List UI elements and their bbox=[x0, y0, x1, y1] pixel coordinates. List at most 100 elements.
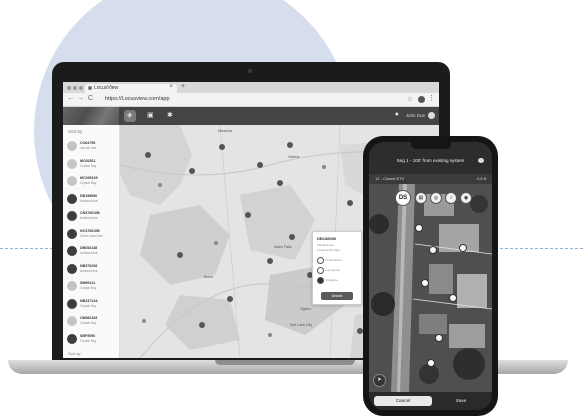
maximize-dot[interactable] bbox=[79, 86, 83, 90]
sidebar-item-sub: Crystal Bay bbox=[80, 181, 97, 185]
cancel-button[interactable]: Cancel bbox=[374, 396, 432, 406]
browser-tab[interactable]: LocusView × bbox=[85, 84, 177, 93]
job-status-icon bbox=[67, 316, 77, 326]
tab-close-icon[interactable]: × bbox=[169, 84, 173, 90]
tool-target-icon[interactable]: ◎ bbox=[430, 192, 442, 204]
job-status-icon bbox=[67, 298, 77, 309]
phone-satellite-map[interactable]: DS ▤ ◎ ○ ◉ ➤ bbox=[369, 184, 492, 392]
phone-sub-right: 0.5 ft bbox=[477, 176, 486, 181]
phone-header: Seg 1 - 100' from existing system bbox=[369, 142, 492, 174]
sidebar-item-sub: Crystal Bay bbox=[80, 163, 97, 168]
reload-icon[interactable]: C bbox=[88, 95, 93, 102]
compass-icon[interactable]: ➤ bbox=[373, 374, 386, 387]
sidebar-item-name: CO64796 bbox=[80, 141, 96, 145]
sidebar-item-sub: Crystal Bay bbox=[80, 338, 97, 343]
sidebar-item-name: MO02511 bbox=[80, 158, 96, 163]
phone-footer: Cancel Save bbox=[369, 392, 492, 410]
sidebar-list-item[interactable]: MO02511 Crystal Bay bbox=[67, 157, 117, 172]
sidebar-item-name: CN376610B bbox=[80, 211, 100, 215]
map-pin[interactable] bbox=[415, 224, 423, 232]
tab-label: LocusView bbox=[94, 85, 119, 91]
layers-icon: ◈ bbox=[127, 112, 133, 119]
status-icon bbox=[317, 267, 324, 274]
sidebar-item-name: DB052148 bbox=[80, 246, 98, 250]
sidebar-list-item[interactable]: DB158096 Ashland Ave bbox=[67, 192, 117, 207]
sidebar-list-item[interactable]: NB376208 Ashland Ave bbox=[67, 262, 117, 277]
new-tab-icon[interactable]: + bbox=[181, 83, 185, 90]
city-label: Salt Lake City bbox=[290, 323, 313, 327]
job-status-icon bbox=[67, 228, 77, 239]
browser-profile-icon[interactable] bbox=[418, 96, 425, 103]
map-pin[interactable] bbox=[427, 359, 435, 367]
user-name[interactable]: John Doe bbox=[406, 113, 425, 118]
sidebar-list-item[interactable]: CN376610B Ashland Ave bbox=[67, 209, 117, 224]
sidebar-item-name: SBF5096 bbox=[80, 333, 96, 338]
sidebar-footer: Sort by bbox=[68, 351, 81, 356]
sidebar: Sort by CO64796 Lincoln Ave MO02511 Crystal… bbox=[63, 125, 120, 358]
sidebar-list-item[interactable]: SM99121 Crystal Bay bbox=[67, 279, 117, 294]
tool-ds-button[interactable]: DS bbox=[395, 190, 411, 206]
tab-favicon-icon bbox=[88, 86, 92, 90]
tool-doc-icon[interactable]: ▤ bbox=[415, 192, 427, 204]
job-status-icon bbox=[67, 263, 77, 274]
browser-tabbar: LocusView × + bbox=[63, 82, 439, 93]
sidebar-list-item[interactable]: NB33712A Crystal Bay bbox=[67, 297, 117, 312]
phone-subheader: 12 - Closed ETV 0.5 ft bbox=[369, 174, 492, 184]
notification-icon[interactable]: ● bbox=[395, 111, 399, 118]
sidebar-list-item[interactable]: MC095169 Crystal Bay bbox=[67, 174, 117, 189]
job-status-icon bbox=[67, 158, 77, 169]
app-header-banner bbox=[63, 107, 119, 125]
sidebar-item-sub: Ashland Ave bbox=[80, 216, 98, 220]
popup-title: DB158096 bbox=[317, 236, 337, 241]
sidebar-list-item[interactable]: ON582183 Crystal Bay bbox=[67, 314, 117, 329]
sidebar-item-sub: Green Lane Ave bbox=[80, 233, 103, 238]
tool-search-icon[interactable]: ○ bbox=[445, 192, 457, 204]
job-status-icon bbox=[67, 176, 77, 186]
close-dot[interactable] bbox=[67, 86, 71, 90]
sidebar-list-item[interactable]: CO64796 Lincoln Ave bbox=[67, 139, 117, 154]
sidebar-item-sub: Crystal Bay bbox=[80, 286, 97, 290]
job-status-icon bbox=[67, 193, 77, 204]
job-status-icon bbox=[67, 281, 77, 291]
eye-icon[interactable] bbox=[478, 158, 484, 163]
phone-sub-left: 12 - Closed ETV bbox=[375, 176, 405, 181]
city-label: Idaho Falls bbox=[274, 245, 292, 249]
browser-menu-icon[interactable]: ⋮ bbox=[428, 94, 435, 102]
tool-pin-icon[interactable]: ◉ bbox=[460, 192, 472, 204]
save-button[interactable]: Save bbox=[435, 396, 487, 406]
sidebar-item-name: NC376610B bbox=[80, 228, 100, 233]
url-field[interactable]: https://Locusview.com/app bbox=[105, 96, 170, 102]
popup-details-button[interactable]: Details bbox=[321, 292, 353, 300]
sidebar-item-name: NB376208 bbox=[80, 263, 98, 268]
bookmark-star-icon[interactable]: ☆ bbox=[407, 95, 413, 103]
sidebar-item-sub: Ashland Ave bbox=[80, 268, 98, 273]
map-pin[interactable] bbox=[421, 279, 429, 287]
sidebar-list-item[interactable]: DB052148 Ashland Ave bbox=[67, 244, 117, 259]
sidebar-item-name: MC095169 bbox=[80, 176, 98, 180]
job-status-icon bbox=[67, 333, 77, 344]
city-label: Missoula bbox=[218, 129, 233, 133]
map-popup: DB158096 Ashland Ave Construction Mgr Co… bbox=[312, 231, 362, 305]
forward-icon[interactable]: → bbox=[77, 95, 84, 102]
sidebar-item-sub: Ashland Ave bbox=[80, 251, 98, 255]
map-pin[interactable] bbox=[449, 294, 457, 302]
sidebar-list-item[interactable]: SBF5096 Crystal Bay bbox=[67, 332, 117, 347]
popup-line: Ashland Ave bbox=[317, 243, 334, 247]
map-pin[interactable] bbox=[435, 334, 443, 342]
gear-icon[interactable]: ✱ bbox=[167, 111, 173, 119]
job-status-icon bbox=[67, 141, 77, 151]
back-icon[interactable]: ← bbox=[67, 95, 74, 102]
map-pin[interactable] bbox=[429, 246, 437, 254]
sidebar-item-sub: Crystal Bay bbox=[80, 321, 97, 325]
map-pin[interactable] bbox=[459, 244, 467, 252]
minimize-dot[interactable] bbox=[73, 86, 77, 90]
job-status-icon bbox=[67, 211, 77, 221]
avatar[interactable] bbox=[428, 112, 435, 119]
status-icon bbox=[317, 277, 324, 284]
sidebar-item-name: SM99121 bbox=[80, 281, 96, 285]
sidebar-item-name: DB158096 bbox=[80, 193, 98, 198]
box-icon[interactable]: ▣ bbox=[147, 111, 154, 119]
sidebar-item-sub: Crystal Bay bbox=[80, 303, 97, 308]
sidebar-list-item[interactable]: NC376610B Green Lane Ave bbox=[67, 227, 117, 242]
sidebar-title[interactable]: Sort by bbox=[68, 129, 82, 134]
